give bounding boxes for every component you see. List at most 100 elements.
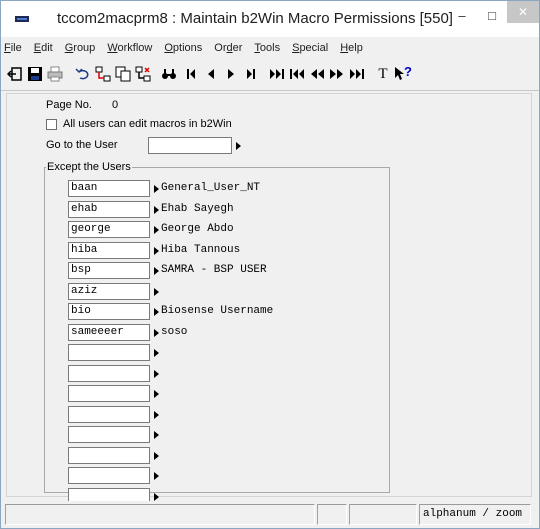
user-zoom-icon[interactable] — [154, 247, 159, 255]
user-name-text: Biosense Username — [161, 305, 274, 317]
user-code-field[interactable]: sameeeer — [68, 324, 150, 341]
menu-item-text: ile — [10, 42, 22, 54]
user-zoom-icon[interactable] — [154, 329, 159, 337]
user-code-field[interactable] — [68, 406, 150, 423]
menu-item[interactable]: Group — [65, 42, 96, 54]
insert-record-icon[interactable] — [93, 64, 113, 84]
user-zoom-icon[interactable] — [154, 493, 159, 501]
user-code-field[interactable] — [68, 385, 150, 402]
user-code-field[interactable]: bsp — [68, 262, 150, 279]
menu-item[interactable]: Tools — [254, 42, 280, 54]
first-set-icon[interactable] — [267, 64, 287, 84]
save-icon[interactable] — [25, 64, 45, 84]
previous-page-icon[interactable] — [307, 64, 327, 84]
status-cell-2 — [317, 504, 347, 525]
user-zoom-icon[interactable] — [154, 370, 159, 378]
user-name-text: Hiba Tannous — [161, 244, 241, 256]
user-code-field[interactable] — [68, 426, 150, 443]
close-button[interactable]: ✕ — [507, 1, 539, 23]
previous-record-icon[interactable] — [201, 64, 221, 84]
form-area: Page No. 0 All users can edit macros in … — [6, 93, 532, 505]
user-zoom-icon[interactable] — [154, 308, 159, 316]
user-zoom-icon[interactable] — [154, 452, 159, 460]
menu-item-text: dit — [41, 42, 53, 54]
print-icon[interactable] — [45, 64, 65, 84]
menu-item-mnemonic: F — [4, 42, 11, 54]
help-glyph: ? — [404, 64, 412, 79]
window-title: tccom2macprm8 : Maintain b2Win Macro Per… — [57, 10, 453, 27]
menu-item[interactable]: Options — [164, 42, 202, 54]
user-code-field[interactable]: aziz — [68, 283, 150, 300]
menu-item[interactable]: Order — [214, 42, 242, 54]
exit-icon[interactable] — [5, 64, 25, 84]
title-bar[interactable]: tccom2macprm8 : Maintain b2Win Macro Per… — [1, 1, 539, 37]
user-code-field[interactable]: baan — [68, 180, 150, 197]
user-code-field[interactable] — [68, 365, 150, 382]
status-bar: alphanum / zoom — [1, 501, 539, 528]
text-icon[interactable]: T — [373, 64, 393, 84]
menu-item-mnemonic: G — [64, 42, 74, 54]
menu-item-mnemonic: W — [107, 42, 118, 54]
menu-item-text: pecial — [299, 42, 329, 54]
user-name-text: soso — [161, 326, 188, 338]
user-zoom-icon[interactable] — [154, 411, 159, 419]
menu-item-text: ptions — [172, 42, 203, 54]
all-users-label: All users can edit macros in b2Win — [63, 118, 232, 130]
menu-item-text: ools — [259, 42, 281, 54]
menu-item[interactable]: Edit — [34, 42, 53, 54]
delete-record-icon[interactable] — [133, 64, 153, 84]
except-users-label: Except the Users — [46, 161, 132, 173]
help-icon[interactable]: ? — [393, 64, 413, 84]
duplicate-icon[interactable] — [113, 64, 133, 84]
goto-user-label: Go to the User — [46, 139, 118, 151]
user-zoom-icon[interactable] — [154, 288, 159, 296]
user-name-text: Ehab Sayegh — [161, 203, 234, 215]
user-zoom-icon[interactable] — [154, 206, 159, 214]
previous-set-icon[interactable] — [287, 64, 307, 84]
user-code-field[interactable]: bio — [68, 303, 150, 320]
status-message — [5, 504, 315, 525]
user-code-field[interactable] — [68, 344, 150, 361]
menu-item-text: elp — [348, 42, 363, 54]
next-page-icon[interactable] — [327, 64, 347, 84]
menu-item-mnemonic: O — [164, 42, 173, 54]
user-code-field[interactable]: george — [68, 221, 150, 238]
user-zoom-icon[interactable] — [154, 226, 159, 234]
menu-item-text: orkflow — [117, 42, 153, 54]
user-zoom-icon[interactable] — [154, 267, 159, 275]
user-zoom-icon[interactable] — [154, 349, 159, 357]
menu-item-text: er — [232, 42, 243, 54]
user-zoom-icon[interactable] — [154, 431, 159, 439]
user-code-field[interactable]: ehab — [68, 201, 150, 218]
menu-item[interactable]: Special — [292, 42, 328, 54]
menu-bar: File Edit Group Workflow Options Order Tools Sp… — [1, 38, 539, 58]
user-zoom-icon[interactable] — [154, 390, 159, 398]
undo-icon[interactable] — [73, 64, 93, 84]
next-record-icon[interactable] — [221, 64, 241, 84]
minimize-button[interactable]: – — [447, 1, 477, 29]
last-page-icon[interactable] — [347, 64, 367, 84]
user-code-field[interactable] — [68, 447, 150, 464]
menu-item-mnemonic: E — [33, 42, 42, 54]
user-zoom-icon[interactable] — [154, 185, 159, 193]
user-code-field[interactable] — [68, 467, 150, 484]
find-icon[interactable] — [159, 64, 179, 84]
all-users-checkbox[interactable] — [46, 119, 57, 130]
menu-item[interactable]: Help — [340, 42, 363, 54]
goto-user-zoom-icon[interactable] — [236, 142, 241, 150]
page-no-value: 0 — [112, 99, 119, 111]
page-no-label: Page No. — [46, 99, 92, 111]
first-record-icon[interactable] — [181, 64, 201, 84]
menu-item-text: roup — [73, 42, 96, 54]
user-code-field[interactable]: hiba — [68, 242, 150, 259]
user-name-text: General_User_NT — [161, 182, 261, 194]
goto-user-input[interactable] — [148, 137, 232, 154]
user-zoom-icon[interactable] — [154, 472, 159, 480]
menu-item[interactable]: Workflow — [107, 42, 152, 54]
user-name-text: SAMRA - BSP USER — [161, 264, 267, 276]
maximize-button[interactable]: □ — [477, 1, 507, 29]
status-cell-3 — [349, 504, 417, 525]
menu-item[interactable]: File — [4, 42, 22, 54]
last-record-icon[interactable] — [241, 64, 261, 84]
app-icon — [15, 16, 29, 22]
